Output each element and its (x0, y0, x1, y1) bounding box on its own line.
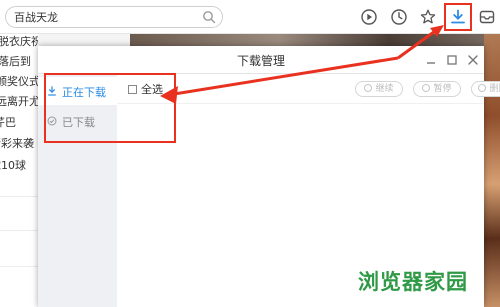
annotation-highlight-box (44, 73, 176, 143)
watermark: 浏览器家园 (358, 270, 468, 294)
list-item[interactable]: 脱衣庆祝 (0, 34, 38, 50)
play-icon (364, 84, 373, 92)
play-icon[interactable] (360, 8, 378, 26)
divider (0, 230, 38, 231)
resume-label: 继续 (375, 84, 394, 94)
top-bar (0, 0, 500, 34)
divider (0, 196, 38, 197)
delete-label: 删除 (489, 84, 500, 94)
history-clock-icon[interactable] (390, 8, 408, 26)
download-icon[interactable] (449, 8, 467, 26)
list-item[interactable]: 精彩来袭 (0, 136, 34, 152)
list-item[interactable]: 球10球 (0, 158, 26, 174)
pause-button[interactable]: 暂停 (413, 81, 461, 97)
divider (0, 266, 38, 267)
search-icon[interactable] (202, 10, 216, 24)
list-item[interactable]: 颁奖仪式 (0, 74, 38, 90)
favorite-star-icon[interactable] (419, 8, 437, 26)
list-item[interactable]: 远离开尤 (0, 94, 38, 110)
search-box[interactable] (5, 6, 223, 28)
background-side-image (484, 34, 500, 307)
search-input[interactable] (14, 9, 194, 25)
dialog-title: 下载管理 (236, 54, 285, 68)
maximize-icon[interactable] (445, 53, 459, 67)
delete-button[interactable]: 删除 (471, 81, 500, 97)
close-icon[interactable] (466, 53, 480, 67)
message-box-icon[interactable] (478, 8, 496, 26)
pause-icon (422, 84, 431, 92)
background-news-list: 脱衣庆祝 落后到 颁奖仪式 远离开尤 芹巴 精彩来袭 球10球 (0, 34, 38, 307)
list-item[interactable]: 芹巴 (0, 115, 16, 131)
resume-button[interactable]: 继续 (355, 81, 403, 97)
pause-label: 暂停 (433, 84, 452, 94)
list-item[interactable]: 落后到 (0, 54, 31, 70)
trash-icon (478, 84, 487, 92)
dialog-title-bar[interactable]: 下载管理 (38, 46, 484, 74)
minimize-icon[interactable] (424, 53, 438, 67)
